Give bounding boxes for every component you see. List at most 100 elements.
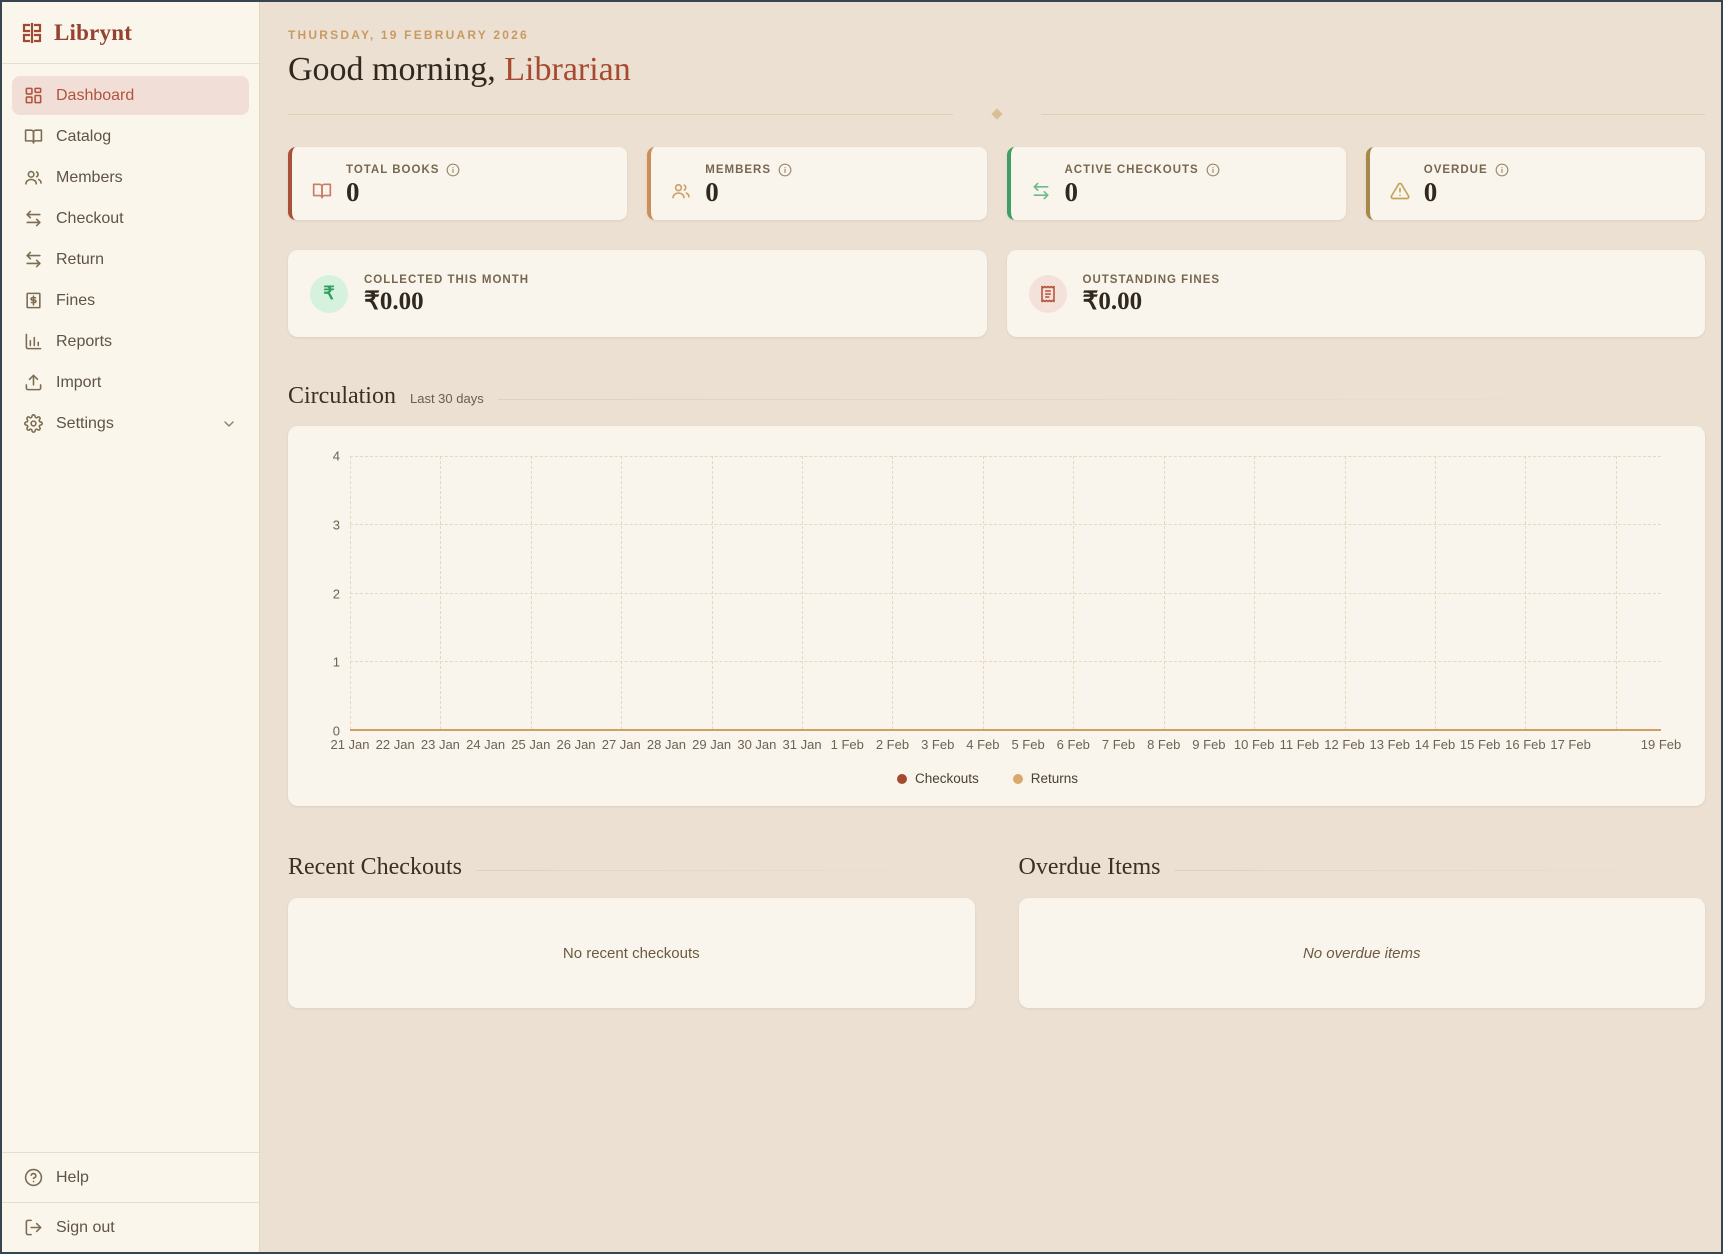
x-axis-tick: 5 Feb [1011, 737, 1044, 752]
x-axis-tick: 28 Jan [647, 737, 686, 752]
x-axis-tick: 9 Feb [1192, 737, 1225, 752]
y-axis-tick: 3 [333, 517, 340, 532]
book-open-icon [312, 181, 332, 201]
legend-item-checkouts: Checkouts [897, 771, 979, 786]
x-axis-tick: 23 Jan [421, 737, 460, 752]
legend-item-returns: Returns [1013, 771, 1078, 786]
chevron-down-icon [221, 416, 237, 432]
help-circle-icon [24, 1168, 43, 1187]
x-axis-tick: 8 Feb [1147, 737, 1180, 752]
receipt-icon [1029, 275, 1067, 313]
stat-label: OVERDUE [1424, 164, 1488, 176]
sidebar-item-catalog[interactable]: Catalog [12, 117, 249, 156]
x-axis-tick: 27 Jan [602, 737, 641, 752]
users-icon [24, 168, 43, 187]
collected-this-month-card: ₹ COLLECTED THIS MONTH ₹0.00 [288, 250, 987, 337]
sidebar-item-dashboard[interactable]: Dashboard [12, 76, 249, 115]
stat-label: ACTIVE CHECKOUTS [1065, 164, 1199, 176]
diamond-ornament [991, 108, 1002, 119]
empty-state-text: No recent checkouts [563, 945, 700, 962]
sidebar-item-label: Catalog [56, 128, 111, 146]
money-label: COLLECTED THIS MONTH [364, 274, 529, 286]
circulation-header: Circulation Last 30 days [288, 383, 1705, 410]
circulation-title: Circulation [288, 383, 396, 410]
x-axis-tick: 6 Feb [1057, 737, 1090, 752]
stat-label: TOTAL BOOKS [346, 164, 439, 176]
overdue-items-section: Overdue Items No overdue items [1019, 808, 1706, 1008]
stat-card-active-checkouts: ACTIVE CHECKOUTS 0 [1007, 147, 1346, 220]
info-icon[interactable] [446, 163, 460, 177]
sidebar: Librynt Dashboard Catalog Members Checko… [2, 2, 260, 1252]
y-axis-tick: 4 [333, 449, 340, 464]
x-axis-tick: 17 Feb [1550, 737, 1590, 752]
sidebar-item-label: Dashboard [56, 87, 134, 105]
sign-out-label: Sign out [56, 1219, 115, 1237]
sidebar-item-return[interactable]: Return [12, 240, 249, 279]
gear-icon [24, 414, 43, 433]
x-axis-tick: 29 Jan [692, 737, 731, 752]
librynt-logo-icon [20, 21, 44, 45]
rupee-icon: ₹ [310, 275, 348, 313]
main-content: THURSDAY, 19 FEBRUARY 2026 Good morning,… [260, 2, 1721, 1252]
x-axis-tick: 7 Feb [1102, 737, 1135, 752]
money-row: ₹ COLLECTED THIS MONTH ₹0.00 OUTSTANDING… [288, 250, 1705, 337]
bottom-sections: Recent Checkouts No recent checkouts Ove… [288, 808, 1705, 1008]
stat-value: 0 [705, 179, 792, 206]
x-axis-tick: 12 Feb [1324, 737, 1364, 752]
info-icon[interactable] [778, 163, 792, 177]
y-axis-tick: 2 [333, 586, 340, 601]
x-axis-tick: 1 Feb [831, 737, 864, 752]
app-logo: Librynt [2, 2, 259, 64]
x-axis-tick: 10 Feb [1234, 737, 1274, 752]
chart-y-axis: 43210 [314, 456, 350, 731]
x-axis-tick: 13 Feb [1370, 737, 1410, 752]
recent-checkouts-card: No recent checkouts [288, 898, 975, 1008]
help-label: Help [56, 1169, 89, 1187]
x-axis-tick: 3 Feb [921, 737, 954, 752]
x-axis-tick: 2 Feb [876, 737, 909, 752]
recent-checkouts-title: Recent Checkouts [288, 854, 462, 881]
decorative-divider [288, 109, 1705, 119]
arrows-left-right-icon [1031, 181, 1051, 201]
book-open-icon [24, 127, 43, 146]
x-axis-tick: 25 Jan [511, 737, 550, 752]
bar-chart-icon [24, 332, 43, 351]
returns-dot-icon [1013, 774, 1023, 784]
sidebar-item-reports[interactable]: Reports [12, 322, 249, 361]
stats-row: TOTAL BOOKS 0 MEMBERS 0 [288, 147, 1705, 220]
current-date: THURSDAY, 19 FEBRUARY 2026 [288, 28, 1705, 42]
upload-icon [24, 373, 43, 392]
banknote-icon [24, 291, 43, 310]
money-label: OUTSTANDING FINES [1083, 274, 1221, 286]
circulation-chart: 43210 21 Jan22 Jan23 Jan24 Jan25 Jan26 J… [288, 426, 1705, 806]
recent-checkouts-section: Recent Checkouts No recent checkouts [288, 808, 975, 1008]
x-axis-tick: 15 Feb [1460, 737, 1500, 752]
sidebar-item-label: Members [56, 169, 123, 187]
stat-value: 0 [1424, 179, 1509, 206]
sidebar-item-label: Fines [56, 292, 95, 310]
sidebar-nav: Dashboard Catalog Members Checkout Retur… [2, 64, 259, 455]
sidebar-item-label: Return [56, 251, 104, 269]
sidebar-item-fines[interactable]: Fines [12, 281, 249, 320]
sidebar-item-settings[interactable]: Settings [12, 404, 249, 443]
sidebar-item-checkout[interactable]: Checkout [12, 199, 249, 238]
arrows-left-right-icon [24, 209, 43, 228]
dashboard-icon [24, 86, 43, 105]
x-axis-tick: 30 Jan [737, 737, 776, 752]
circulation-subtitle: Last 30 days [410, 391, 484, 406]
sidebar-item-import[interactable]: Import [12, 363, 249, 402]
info-icon[interactable] [1495, 163, 1509, 177]
page-title: Good morning, Librarian [288, 51, 1705, 89]
sidebar-item-members[interactable]: Members [12, 158, 249, 197]
chart-plot-area [350, 456, 1661, 731]
users-icon [671, 181, 691, 201]
user-name: Librarian [504, 51, 631, 88]
x-axis-tick: 16 Feb [1505, 737, 1545, 752]
info-icon[interactable] [1206, 163, 1220, 177]
overdue-items-title: Overdue Items [1019, 854, 1161, 881]
help-button[interactable]: Help [2, 1152, 259, 1202]
sidebar-item-label: Checkout [56, 210, 124, 228]
sign-out-button[interactable]: Sign out [2, 1202, 259, 1252]
x-axis-tick: 24 Jan [466, 737, 505, 752]
money-value: ₹0.00 [1083, 289, 1221, 314]
